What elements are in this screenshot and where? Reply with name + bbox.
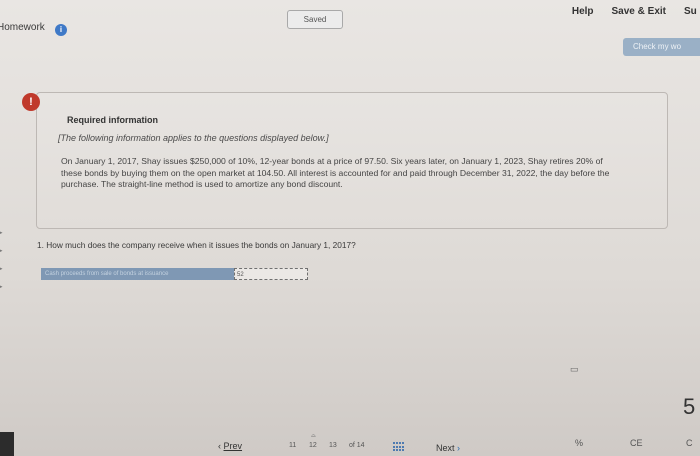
calc-c-key[interactable]: C [686, 438, 693, 448]
page-11-link[interactable]: 11 [289, 442, 296, 449]
page-total: of 14 [349, 442, 365, 449]
cash-proceeds-input[interactable]: 52 [234, 268, 308, 280]
chevron-right-icon: › [457, 443, 461, 453]
top-nav: Help Save & Exit Su [572, 6, 700, 17]
homework-title: Homework [0, 22, 45, 33]
prev-label: Prev [223, 441, 243, 451]
left-edge-marker: ▸ [0, 248, 3, 254]
calc-ce-key[interactable]: CE [630, 438, 643, 448]
required-info-title: Required information [67, 115, 159, 125]
current-page-marker-icon: ⌓ [311, 433, 316, 439]
calculator-display: 5 [683, 394, 696, 419]
homework-page: Saved Help Save & Exit Su Homework i Che… [0, 0, 700, 456]
page-13-link[interactable]: 13 [329, 442, 337, 449]
check-my-work-button[interactable]: Check my wo [623, 38, 700, 56]
help-link[interactable]: Help [572, 6, 594, 17]
calc-percent-key[interactable]: % [575, 438, 583, 448]
problem-scenario: On January 1, 2017, Shay issues $250,000… [61, 156, 610, 189]
info-icon[interactable]: i [55, 24, 67, 36]
saved-status-badge: Saved [287, 10, 343, 29]
required-info-note: [The following information applies to th… [58, 133, 329, 143]
answer-row: Cash proceeds from sale of bonds at issu… [41, 268, 308, 280]
calculator-icon[interactable]: ▭ [570, 364, 579, 375]
grid-view-icon[interactable] [393, 442, 405, 452]
answer-label: Cash proceeds from sale of bonds at issu… [41, 268, 234, 280]
submit-link[interactable]: Su [684, 6, 700, 17]
left-edge-marker: ▸ [0, 230, 3, 236]
page-12-link[interactable]: 12 [309, 442, 317, 449]
prev-button[interactable]: ‹ Prev [218, 441, 242, 451]
question-text: 1. How much does the company receive whe… [37, 240, 356, 250]
next-label: Next [436, 443, 455, 453]
alert-icon: ! [22, 93, 40, 111]
logo-icon [0, 432, 14, 456]
left-edge-marker: ▸ [0, 284, 3, 290]
left-edge-marker: ▸ [0, 266, 3, 272]
save-exit-link[interactable]: Save & Exit [612, 6, 666, 17]
next-button[interactable]: Next › [436, 443, 460, 453]
chevron-left-icon: ‹ [218, 441, 221, 451]
